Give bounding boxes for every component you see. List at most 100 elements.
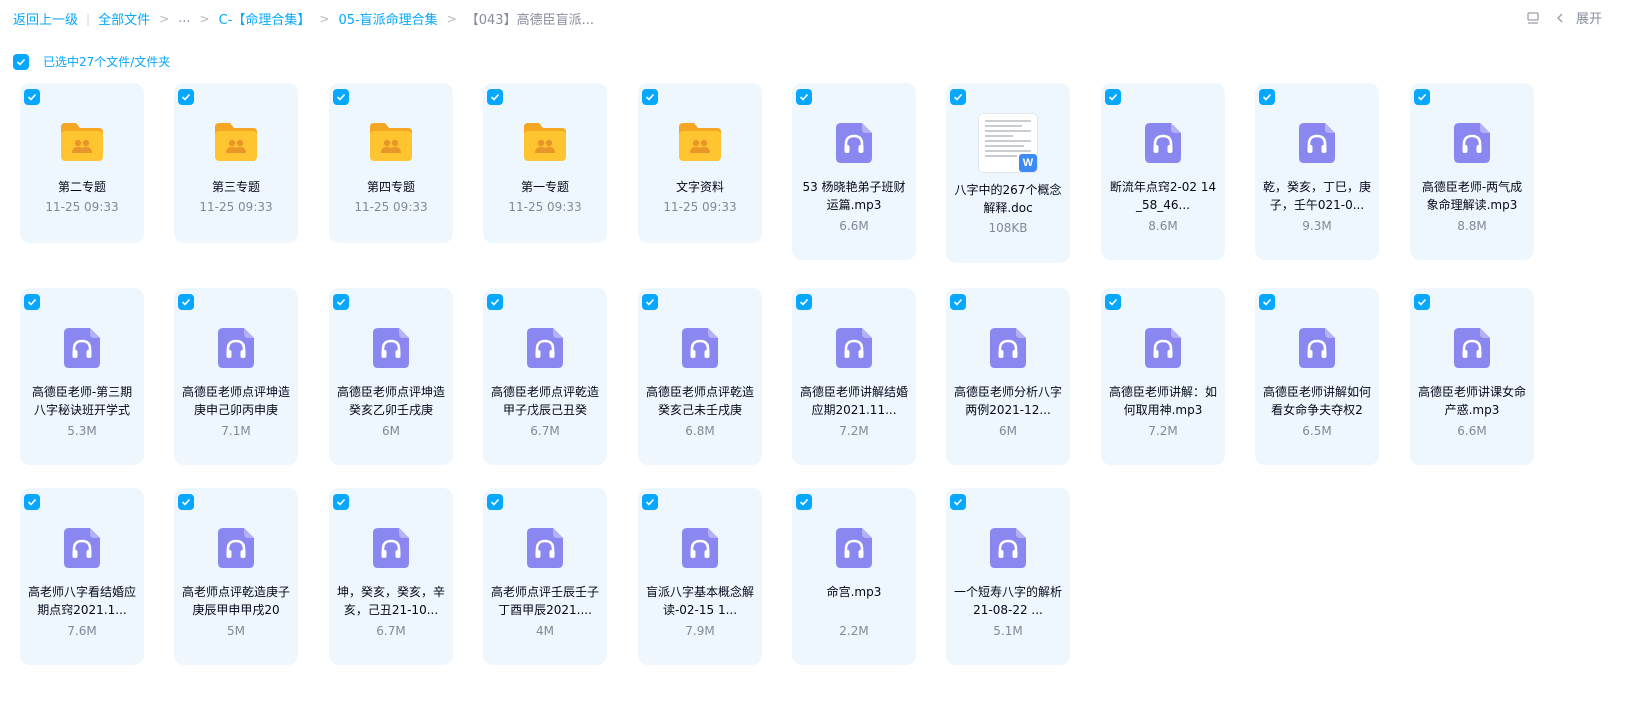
file-card[interactable]: 高德臣老师-第三期八字秘诀班开学式 5.3M [20, 288, 144, 465]
file-card[interactable]: 高德臣老师讲解结婚应期2021.11... 7.2M [792, 288, 916, 465]
view-mode-button[interactable] [1526, 11, 1540, 25]
audio-file-icon [218, 328, 254, 368]
file-meta: 5M [227, 624, 245, 638]
check-icon [16, 58, 26, 66]
file-card[interactable]: 高德臣老师-两气成象命理解读.mp3 8.8M [1410, 83, 1534, 260]
file-thumbnail [638, 121, 762, 163]
file-card[interactable]: 高德臣老师点评乾造癸亥己未壬戌庚 6.8M [638, 288, 762, 465]
check-icon [336, 298, 346, 306]
folder-icon [524, 123, 566, 161]
file-checkbox[interactable] [1259, 294, 1275, 310]
file-checkbox[interactable] [24, 494, 40, 510]
audio-file-icon [682, 328, 718, 368]
file-checkbox[interactable] [1414, 294, 1430, 310]
breadcrumb-item-ellipsis[interactable]: ... [178, 11, 190, 26]
chevron-right-icon: > [319, 11, 330, 26]
breadcrumb-item-subfolder[interactable]: 05-盲派命理合集 [338, 9, 437, 28]
file-card[interactable]: 坤，癸亥，癸亥，辛亥，己丑21-10... 6.7M [329, 488, 453, 665]
breadcrumb-item-current: 【043】高德臣盲派... [465, 13, 594, 28]
file-card[interactable]: 第一专题 11-25 09:33 [483, 83, 607, 243]
file-card[interactable]: 高老师八字看结婚应期点窍2021.1... 7.6M [20, 488, 144, 665]
check-icon [490, 498, 500, 506]
audio-file-icon [682, 528, 718, 568]
file-thumbnail [1255, 123, 1379, 163]
check-icon [490, 93, 500, 101]
file-card[interactable]: 高德臣老师点评坤造癸亥乙卯壬戌庚 6M [329, 288, 453, 465]
file-card[interactable]: 盲派八字基本概念解读-02-15 1... 7.9M [638, 488, 762, 665]
file-card[interactable]: 53 杨晓艳弟子班财运篇.mp3 6.6M [792, 83, 916, 260]
file-card[interactable]: 第四专题 11-25 09:33 [329, 83, 453, 243]
file-checkbox[interactable] [487, 89, 503, 105]
file-card[interactable]: 高德臣老师分析八字两例2021-12... 6M [946, 288, 1070, 465]
file-card[interactable]: 高老师点评乾造庚子庚辰甲申甲戌20 5M [174, 488, 298, 665]
file-name: 第三专题 [211, 180, 260, 194]
file-checkbox[interactable] [950, 494, 966, 510]
file-card[interactable]: 第三专题 11-25 09:33 [174, 83, 298, 243]
breadcrumb: 返回上一级 | 全部文件 > ... > C-【命理合集】 > 05-盲派命理合… [13, 9, 594, 28]
file-checkbox[interactable] [950, 89, 966, 105]
file-meta: 6.6M [1457, 424, 1487, 438]
selection-count: 已选中27个文件/文件夹 [43, 55, 171, 69]
file-thumbnail [792, 328, 916, 368]
file-card[interactable]: 高德臣老师点评坤造庚申己卯丙申庚 7.1M [174, 288, 298, 465]
file-checkbox[interactable] [24, 89, 40, 105]
file-meta: 7.2M [1148, 424, 1178, 438]
file-name: 一个短寿八字的解析21-08-22 ... [954, 585, 1062, 617]
file-card[interactable]: 第二专题 11-25 09:33 [20, 83, 144, 243]
file-meta: 108KB [988, 221, 1028, 235]
file-checkbox[interactable] [333, 89, 349, 105]
file-checkbox[interactable] [487, 494, 503, 510]
file-meta: 11-25 09:33 [199, 200, 273, 214]
file-checkbox[interactable] [333, 494, 349, 510]
file-checkbox[interactable] [642, 494, 658, 510]
file-checkbox[interactable] [950, 294, 966, 310]
expand-button[interactable]: 展开 [1554, 8, 1602, 27]
select-all-checkbox[interactable] [13, 53, 29, 70]
file-card[interactable]: 高德臣老师讲解如何看女命争夫夺权2 6.5M [1255, 288, 1379, 465]
file-checkbox[interactable] [1105, 294, 1121, 310]
file-checkbox[interactable] [1259, 89, 1275, 105]
file-card[interactable]: 高德臣老师讲解：如何取用神.mp3 7.2M [1101, 288, 1225, 465]
file-name: 高德臣老师点评坤造癸亥乙卯壬戌庚 [337, 385, 445, 417]
file-meta: 11-25 09:33 [45, 200, 119, 214]
file-checkbox[interactable] [642, 89, 658, 105]
file-checkbox[interactable] [796, 89, 812, 105]
file-checkbox[interactable] [796, 294, 812, 310]
file-card[interactable]: W 八字中的267个概念解释.doc 108KB [946, 83, 1070, 263]
file-card[interactable]: 文字资料 11-25 09:33 [638, 83, 762, 243]
audio-file-icon [1454, 328, 1490, 368]
file-card[interactable]: 高老师点评壬辰壬子丁酉甲辰2021.... 4M [483, 488, 607, 665]
file-name: 断流年点窍2-02 14_58_46... [1109, 180, 1217, 212]
file-card[interactable]: 命宫.mp3 2.2M [792, 488, 916, 665]
selection-bar: 已选中27个文件/文件夹 [13, 53, 170, 70]
check-icon [181, 93, 191, 101]
file-card[interactable]: 一个短寿八字的解析21-08-22 ... 5.1M [946, 488, 1070, 665]
back-link[interactable]: 返回上一级 [13, 9, 78, 28]
file-checkbox[interactable] [333, 294, 349, 310]
file-card[interactable]: 乾，癸亥，丁巳，庚子，壬午021-0... 9.3M [1255, 83, 1379, 260]
file-checkbox[interactable] [24, 294, 40, 310]
file-card[interactable]: 断流年点窍2-02 14_58_46... 8.6M [1101, 83, 1225, 260]
file-checkbox[interactable] [178, 494, 194, 510]
file-checkbox[interactable] [1414, 89, 1430, 105]
file-checkbox[interactable] [178, 294, 194, 310]
file-card[interactable]: 高德臣老师讲课女命产惑.mp3 6.6M [1410, 288, 1534, 465]
breadcrumb-item-collection[interactable]: C-【命理合集】 [219, 9, 311, 28]
breadcrumb-item-root[interactable]: 全部文件 [98, 9, 150, 28]
audio-file-icon [373, 328, 409, 368]
file-meta: 5.3M [67, 424, 97, 438]
file-meta: 6M [999, 424, 1017, 438]
file-meta: 7.6M [67, 624, 97, 638]
file-name: 文字资料 [675, 180, 724, 194]
audio-file-icon [836, 123, 872, 163]
file-checkbox[interactable] [796, 494, 812, 510]
file-checkbox[interactable] [487, 294, 503, 310]
file-meta: 8.6M [1148, 219, 1178, 233]
file-checkbox[interactable] [642, 294, 658, 310]
audio-file-icon [1145, 328, 1181, 368]
file-checkbox[interactable] [178, 89, 194, 105]
file-card[interactable]: 高德臣老师点评乾造甲子戊辰己丑癸 6.7M [483, 288, 607, 465]
check-icon [953, 93, 963, 101]
audio-file-icon [64, 528, 100, 568]
file-checkbox[interactable] [1105, 89, 1121, 105]
